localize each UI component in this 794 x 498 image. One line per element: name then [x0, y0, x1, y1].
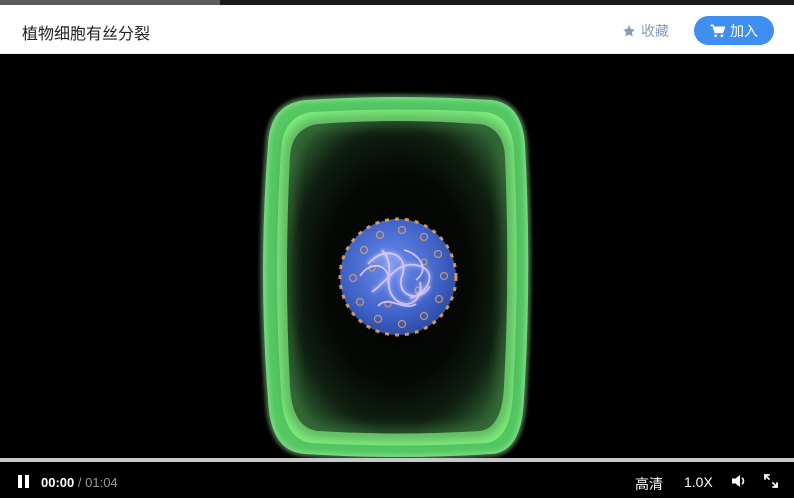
time-display: 00:00 / 01:04 — [41, 475, 118, 490]
current-time: 00:00 — [41, 475, 75, 490]
nucleus — [338, 217, 458, 337]
favorite-button[interactable]: 收藏 — [622, 21, 669, 41]
speed-button[interactable]: 1.0X — [684, 474, 713, 490]
fullscreen-icon[interactable] — [764, 474, 778, 488]
video-header: 植物细胞有丝分裂 收藏 加入 — [0, 5, 794, 54]
join-button[interactable]: 加入 — [694, 16, 774, 45]
cart-icon — [710, 24, 725, 37]
player-controls: 00:00 / 01:04 高清 1.0X — [0, 462, 794, 498]
pause-button[interactable] — [17, 475, 31, 489]
video-frame — [261, 95, 530, 458]
join-label: 加入 — [730, 22, 758, 39]
favorite-label: 收藏 — [641, 23, 669, 39]
video-title: 植物细胞有丝分裂 — [22, 26, 151, 43]
star-icon — [623, 25, 635, 37]
duration: 01:04 — [85, 475, 118, 490]
volume-icon[interactable] — [731, 474, 747, 488]
quality-button[interactable]: 高清 — [635, 474, 663, 494]
time-separator: / — [77, 475, 82, 490]
pause-icon-bar-right — [25, 475, 29, 488]
video-area[interactable] — [0, 54, 794, 458]
pause-icon-bar-left — [18, 475, 22, 488]
